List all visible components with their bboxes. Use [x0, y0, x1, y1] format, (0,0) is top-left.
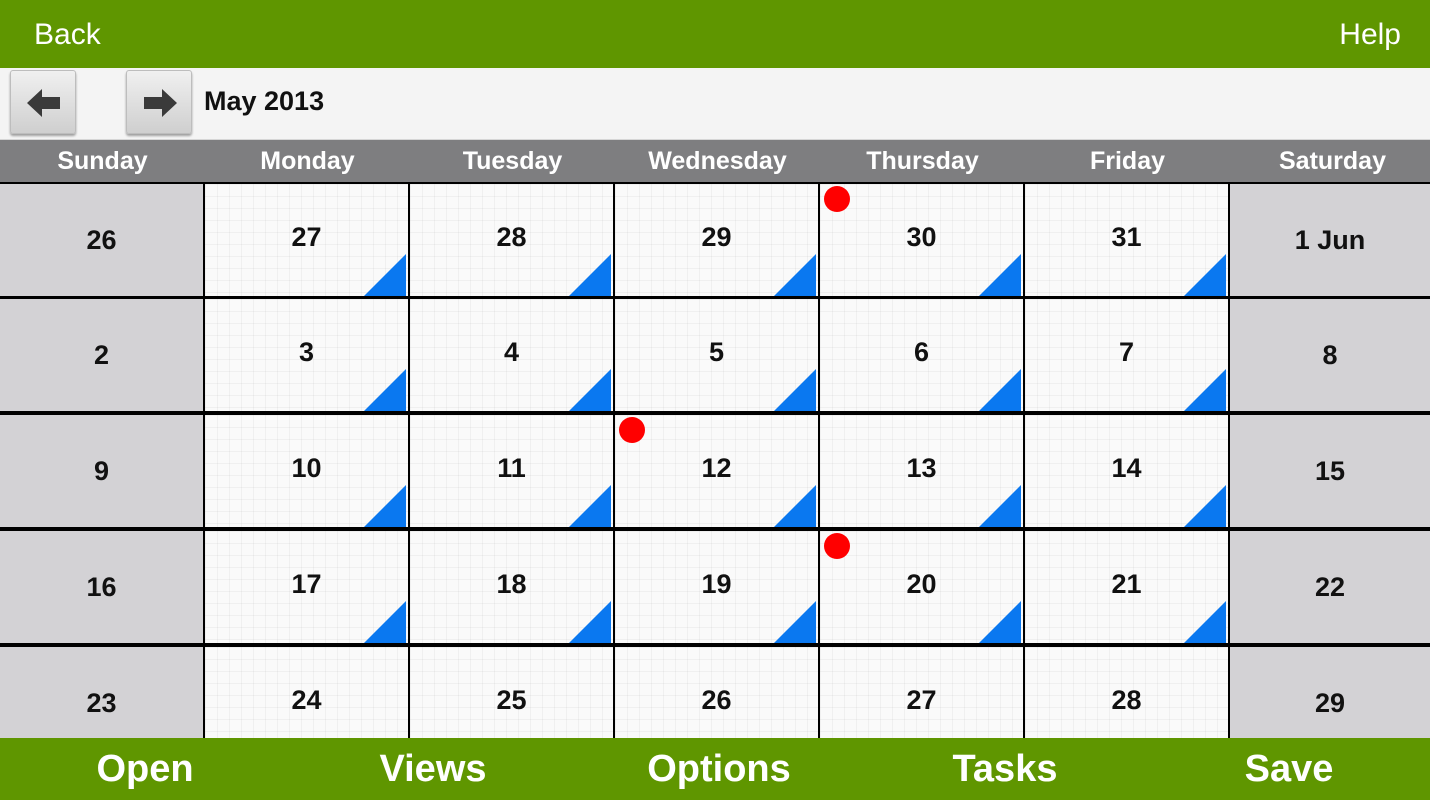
- day-number: 22: [1314, 571, 1346, 602]
- day-number: 27: [906, 684, 937, 715]
- day-number: 20: [906, 568, 937, 599]
- day-number: 17: [291, 568, 322, 599]
- weekday-wednesday: Wednesday: [648, 147, 787, 175]
- event-dot-icon: [824, 533, 850, 559]
- day-number: 4: [503, 336, 520, 367]
- day-number: 31: [1111, 221, 1142, 252]
- day-number: 19: [701, 568, 732, 599]
- calendar-grid: 26 27 28 29 30 31 1 Jun 2 3 4 5 6 7 8 9 10 11 12 13 14 15 16 1…: [0, 182, 1430, 738]
- day-cell[interactable]: 18: [410, 531, 613, 643]
- open-button[interactable]: Open: [0, 738, 290, 800]
- day-number: 9: [93, 455, 110, 486]
- day-number: 3: [298, 336, 315, 367]
- day-number: 7: [1118, 336, 1135, 367]
- event-dot-icon: [824, 186, 850, 212]
- day-cell[interactable]: 26: [0, 184, 203, 296]
- previous-month-button[interactable]: [10, 70, 76, 134]
- weekday-friday: Friday: [1089, 147, 1166, 175]
- month-navigation-bar: May 2013: [0, 68, 1430, 140]
- day-cell[interactable]: 29: [1230, 647, 1430, 738]
- day-number: 27: [291, 221, 322, 252]
- day-number: 29: [1314, 687, 1346, 718]
- top-bar: Back Help: [0, 0, 1430, 68]
- day-number: 10: [291, 452, 322, 483]
- day-cell[interactable]: 27: [205, 184, 408, 296]
- day-number: 24: [291, 684, 322, 715]
- day-number: 8: [1322, 339, 1338, 370]
- day-number: 6: [913, 336, 930, 367]
- day-cell[interactable]: 12: [615, 415, 818, 527]
- day-cell[interactable]: 4: [410, 299, 613, 411]
- next-month-button[interactable]: [126, 70, 192, 134]
- options-button[interactable]: Options: [576, 738, 862, 800]
- bottom-toolbar: Open Views Options Tasks Save: [0, 738, 1430, 800]
- day-cell[interactable]: 10: [205, 415, 408, 527]
- weekday-sunday: Sunday: [57, 147, 148, 175]
- day-number: 26: [701, 684, 732, 715]
- day-number: 14: [1111, 452, 1142, 483]
- help-button[interactable]: Help: [1339, 0, 1401, 68]
- day-number: 12: [701, 452, 732, 483]
- day-number: 11: [497, 452, 526, 483]
- day-cell[interactable]: 22: [1230, 531, 1430, 643]
- day-cell[interactable]: 20: [820, 531, 1023, 643]
- day-cell[interactable]: 26: [615, 647, 818, 738]
- day-cell[interactable]: 2: [0, 299, 203, 411]
- day-cell[interactable]: 7: [1025, 299, 1228, 411]
- day-number: 23: [86, 687, 117, 718]
- day-cell[interactable]: 15: [1230, 415, 1430, 527]
- day-cell[interactable]: 30: [820, 184, 1023, 296]
- arrow-left-icon: [27, 89, 60, 117]
- weekday-monday: Monday: [260, 147, 355, 175]
- day-cell[interactable]: 9: [0, 415, 203, 527]
- day-cell[interactable]: 16: [0, 531, 203, 643]
- day-number: 16: [86, 571, 117, 602]
- day-number: 21: [1111, 568, 1142, 599]
- day-number: 2: [93, 339, 110, 370]
- month-title: May 2013: [204, 86, 325, 116]
- day-cell[interactable]: 5: [615, 299, 818, 411]
- day-number: 13: [906, 452, 937, 483]
- day-number: 30: [906, 221, 937, 252]
- back-button[interactable]: Back: [34, 0, 101, 68]
- weekday-saturday: Saturday: [1279, 147, 1386, 175]
- day-cell[interactable]: 6: [820, 299, 1023, 411]
- day-number: 29: [701, 221, 732, 252]
- day-number: 15: [1314, 455, 1346, 486]
- day-cell[interactable]: 13: [820, 415, 1023, 527]
- day-cell[interactable]: 3: [205, 299, 408, 411]
- day-number: 25: [496, 684, 527, 715]
- day-cell[interactable]: 8: [1230, 299, 1430, 411]
- day-cell[interactable]: 11: [410, 415, 613, 527]
- tasks-button[interactable]: Tasks: [862, 738, 1148, 800]
- day-cell[interactable]: 21: [1025, 531, 1228, 643]
- day-cell[interactable]: 29: [615, 184, 818, 296]
- day-cell[interactable]: 28: [1025, 647, 1228, 738]
- arrow-right-icon: [144, 89, 177, 117]
- day-cell[interactable]: 23: [0, 647, 203, 738]
- day-cell[interactable]: 1 Jun: [1230, 184, 1430, 296]
- day-number: 18: [496, 568, 527, 599]
- day-cell[interactable]: 27: [820, 647, 1023, 738]
- day-cell[interactable]: 31: [1025, 184, 1228, 296]
- day-cell[interactable]: 24: [205, 647, 408, 738]
- weekday-thursday: Thursday: [866, 147, 979, 175]
- weekday-header: Sunday Monday Tuesday Wednesday Thursday…: [0, 140, 1430, 182]
- day-cell[interactable]: 28: [410, 184, 613, 296]
- day-number: 28: [1111, 684, 1142, 715]
- day-number: 5: [708, 336, 725, 367]
- weekday-tuesday: Tuesday: [462, 147, 563, 175]
- day-cell[interactable]: 19: [615, 531, 818, 643]
- save-button[interactable]: Save: [1148, 738, 1430, 800]
- day-number: 26: [86, 224, 117, 255]
- day-cell[interactable]: 14: [1025, 415, 1228, 527]
- event-dot-icon: [619, 417, 645, 443]
- day-cell[interactable]: 25: [410, 647, 613, 738]
- day-cell[interactable]: 17: [205, 531, 408, 643]
- day-number: 1 Jun: [1294, 224, 1366, 255]
- day-number: 28: [496, 221, 527, 252]
- views-button[interactable]: Views: [290, 738, 576, 800]
